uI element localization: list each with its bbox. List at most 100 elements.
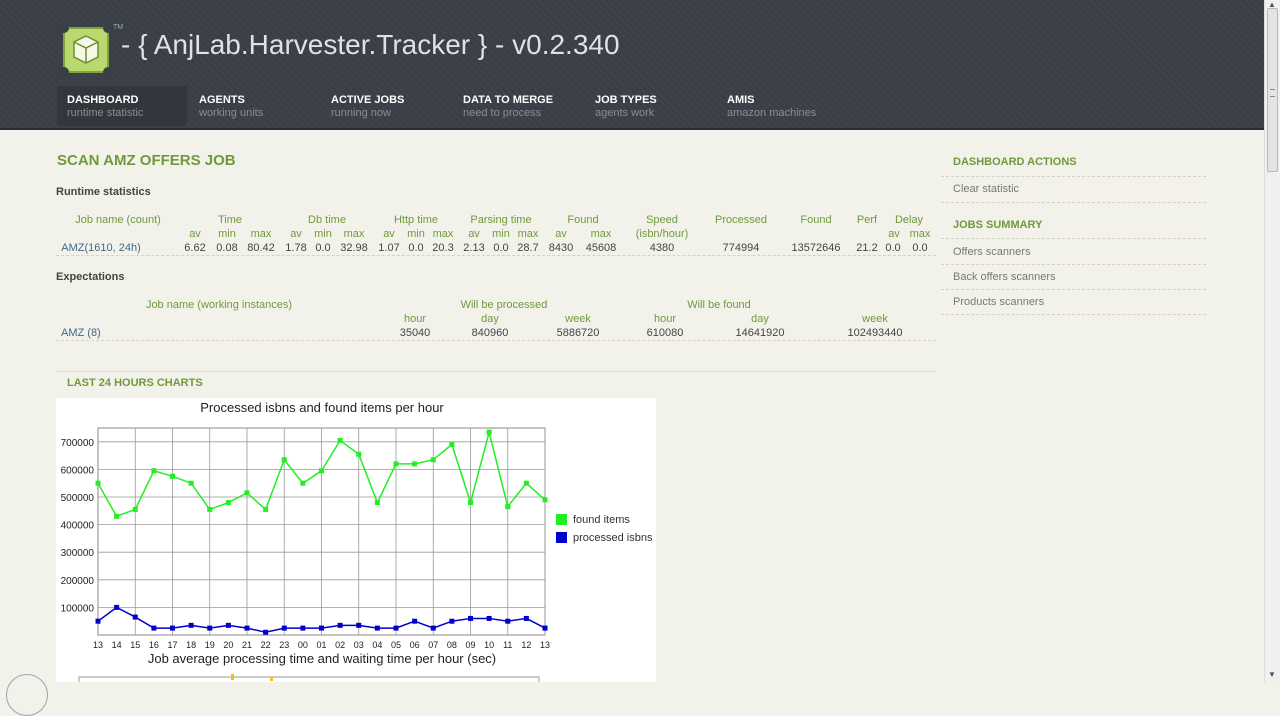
data-point bbox=[95, 618, 101, 624]
delay-max: 0.0 bbox=[912, 242, 928, 254]
data-point bbox=[132, 506, 138, 512]
y-tick-label: 100000 bbox=[61, 603, 95, 614]
scroll-down-icon[interactable]: ▼ bbox=[1268, 670, 1276, 679]
data-point bbox=[114, 513, 120, 519]
sub-min: min bbox=[407, 228, 425, 240]
next-chart-marker bbox=[270, 677, 273, 681]
nav-amis[interactable]: AMIS amazon machines bbox=[717, 86, 847, 126]
nav-sublabel: amazon machines bbox=[727, 107, 817, 119]
products-scanners-link[interactable]: Products scanners bbox=[953, 296, 1044, 308]
processed-day: 840960 bbox=[471, 327, 509, 339]
data-point bbox=[356, 622, 362, 628]
data-point bbox=[225, 500, 231, 506]
sub-min: min bbox=[218, 228, 236, 240]
runtime-statistics-heading: Runtime statistics bbox=[56, 186, 151, 198]
x-tick-label: 19 bbox=[205, 640, 215, 650]
data-point bbox=[151, 468, 157, 474]
x-tick-label: 13 bbox=[540, 640, 550, 650]
sub-min: min bbox=[492, 228, 510, 240]
col-time: Time bbox=[217, 214, 243, 226]
col-found-total: Found bbox=[800, 214, 832, 226]
x-tick-label: 10 bbox=[484, 640, 494, 650]
nav-sublabel: runtime statistic bbox=[67, 107, 144, 119]
x-tick-label: 06 bbox=[410, 640, 420, 650]
processed-week: 5886720 bbox=[556, 327, 600, 339]
found-day: 14641920 bbox=[735, 327, 785, 339]
col-db-time: Db time bbox=[308, 214, 346, 226]
speed-unit: (isbn/hour) bbox=[635, 228, 689, 240]
row-divider bbox=[56, 255, 936, 256]
col-will-be-found: Will be found bbox=[687, 299, 751, 311]
nav-label: AGENTS bbox=[199, 94, 245, 106]
legend-swatch bbox=[556, 532, 567, 543]
nav-job-types[interactable]: JOB TYPES agents work bbox=[585, 86, 715, 126]
sub-av: av bbox=[189, 228, 201, 240]
chart-legend: found items processed isbns bbox=[556, 514, 653, 544]
col-http-time: Http time bbox=[393, 214, 439, 226]
nav-active-jobs[interactable]: ACTIVE JOBS running now bbox=[321, 86, 451, 126]
harvester-logo-icon[interactable] bbox=[58, 22, 114, 78]
y-tick-label: 200000 bbox=[61, 576, 95, 587]
nav-sublabel: working units bbox=[199, 107, 264, 119]
col-parsing-time: Parsing time bbox=[470, 214, 532, 226]
sub-av: av bbox=[555, 228, 567, 240]
data-point bbox=[207, 625, 213, 631]
x-tick-label: 16 bbox=[149, 640, 159, 650]
data-point bbox=[337, 437, 343, 443]
data-point bbox=[225, 622, 231, 628]
data-point bbox=[449, 618, 455, 624]
chart-panel: Processed isbns and found items per hour… bbox=[56, 398, 656, 682]
time-max: 80.42 bbox=[247, 242, 275, 254]
vertical-scrollbar[interactable]: ▲ ▼ bbox=[1264, 0, 1280, 682]
clear-statistic-link[interactable]: Clear statistic bbox=[953, 183, 1019, 195]
nav-dashboard[interactable]: DASHBOARD runtime statistic bbox=[57, 86, 187, 126]
data-point bbox=[542, 625, 548, 631]
sub-day: day bbox=[481, 313, 499, 325]
parsing-min: 0.0 bbox=[493, 242, 509, 254]
charts-heading: LAST 24 HOURS CHARTS bbox=[67, 377, 203, 389]
found-week: 102493440 bbox=[847, 327, 903, 339]
nav-label: ACTIVE JOBS bbox=[331, 94, 405, 106]
data-point bbox=[542, 497, 548, 503]
x-tick-label: 07 bbox=[428, 640, 438, 650]
data-point bbox=[374, 500, 380, 506]
x-tick-label: 13 bbox=[93, 640, 103, 650]
nav-data-to-merge[interactable]: DATA TO MERGE need to process bbox=[453, 86, 583, 126]
offers-scanners-link[interactable]: Offers scanners bbox=[953, 246, 1030, 258]
db-min: 0.0 bbox=[315, 242, 331, 254]
found-av: 8430 bbox=[548, 242, 574, 254]
data-point bbox=[188, 480, 194, 486]
data-point bbox=[319, 625, 324, 631]
nav-agents[interactable]: AGENTS working units bbox=[189, 86, 319, 126]
y-tick-label: 500000 bbox=[61, 493, 95, 504]
data-point bbox=[319, 468, 324, 474]
http-min: 0.0 bbox=[408, 242, 424, 254]
job-link-amz[interactable]: AMZ(1610, 24h) bbox=[61, 242, 140, 254]
nav-sublabel: need to process bbox=[463, 107, 542, 119]
x-tick-label: 18 bbox=[186, 640, 196, 650]
grip-icon bbox=[1270, 89, 1275, 97]
x-tick-label: 01 bbox=[316, 640, 326, 650]
back-offers-scanners-link[interactable]: Back offers scanners bbox=[953, 271, 1056, 283]
data-point bbox=[374, 625, 380, 631]
chart-title: Processed isbns and found items per hour bbox=[200, 400, 444, 415]
corner-widget-icon[interactable] bbox=[6, 674, 48, 716]
x-tick-label: 03 bbox=[354, 640, 364, 650]
nav-sublabel: agents work bbox=[595, 107, 655, 119]
x-tick-label: 00 bbox=[298, 640, 308, 650]
speed-value: 4380 bbox=[649, 242, 675, 254]
data-point bbox=[412, 618, 418, 624]
data-point bbox=[523, 480, 529, 486]
db-max: 32.98 bbox=[340, 242, 368, 254]
app-header: TM - { AnjLab.Harvester.Tracker } - v0.2… bbox=[0, 0, 1264, 130]
nav-sublabel: running now bbox=[331, 107, 391, 119]
scroll-thumb[interactable] bbox=[1267, 8, 1278, 172]
data-point bbox=[430, 457, 436, 463]
y-axis-ticks: 100000 200000 300000 400000 500000 600000 7000… bbox=[61, 438, 95, 615]
data-point bbox=[393, 625, 399, 631]
next-chart-frame bbox=[78, 676, 540, 682]
sidebar-divider bbox=[941, 202, 1206, 203]
processed-value: 774994 bbox=[722, 242, 760, 254]
job-link-amz-instances[interactable]: AMZ (8) bbox=[61, 327, 101, 339]
col-job-name: Job name (count) bbox=[75, 214, 161, 226]
